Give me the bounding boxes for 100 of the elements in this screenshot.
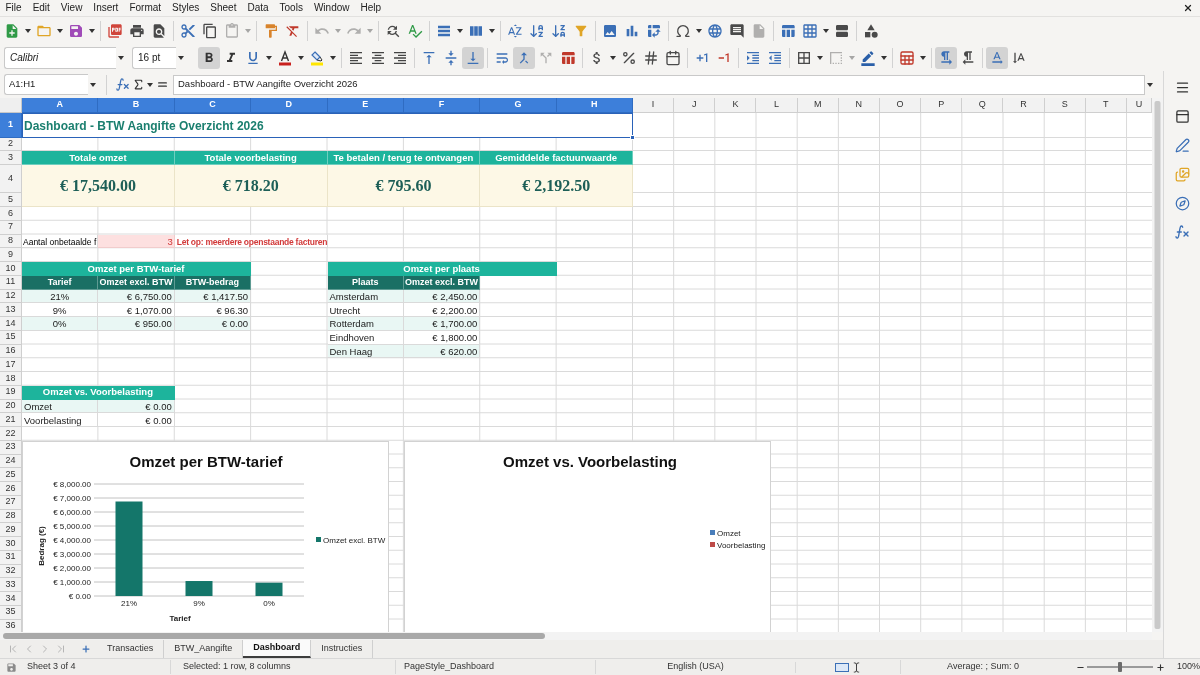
align-bottom-button[interactable] [462,46,484,69]
menu-item[interactable]: Help [355,3,387,13]
copy-icon [202,22,218,39]
menu-item[interactable]: Window [308,3,355,13]
name-box[interactable]: A1:H1 [4,74,88,95]
caret-icon [610,55,616,60]
column-header[interactable]: K [715,98,757,113]
menu-item[interactable]: Tools [274,3,309,13]
menu-item[interactable]: Data [241,3,275,13]
caret-icon [817,55,823,60]
column-header[interactable]: L [756,98,798,113]
row-header[interactable]: 3 [0,151,22,165]
language: English (USA) [667,660,724,674]
panel-icon [1174,108,1190,124]
align-middle-icon [443,49,459,66]
row-header[interactable]: 14 [0,317,22,331]
column-header[interactable]: N [838,98,880,113]
column-header[interactable]: Q [962,98,1004,113]
column-header[interactable]: U [1126,98,1152,113]
row-header[interactable]: 29 [0,523,22,537]
menu-item[interactable]: Insert [87,3,124,13]
zoom-in-button[interactable] [1155,661,1165,673]
column-header[interactable]: F [403,98,481,113]
column-header[interactable]: C [174,98,252,113]
merge-center-button[interactable] [513,46,535,69]
formula-input[interactable]: Dashboard - BTW Aangifte Overzicht 2026 [173,74,1145,95]
outdent-icon [767,49,783,66]
column-header[interactable]: T [1085,98,1127,113]
column-header[interactable]: O [879,98,922,113]
column-header[interactable]: I [633,98,675,113]
axis-title: Bedrag (€) [37,525,46,566]
font-size-field[interactable]: 16 pt [132,46,176,69]
column-header[interactable]: S [1044,98,1086,113]
table-cell: 0% [22,317,99,331]
kpi-value: € 2,192.50 [480,165,633,207]
column-header[interactable]: M [797,98,839,113]
menu-item[interactable]: Format [123,3,167,13]
bold-button[interactable] [198,46,220,69]
row-header[interactable]: 34 [0,592,22,606]
row-header[interactable]: 25 [0,468,22,482]
menu-item[interactable]: Sheet [204,3,242,13]
row-header[interactable]: 18 [0,372,22,386]
column-header[interactable]: E [327,98,404,113]
slider-thumb[interactable] [1118,662,1122,672]
row-header[interactable]: 9 [0,248,22,262]
fill-handle[interactable] [630,135,635,140]
align-center-icon [370,49,386,66]
zoom-level: 100% [1177,660,1200,674]
row-header[interactable]: 33 [0,578,22,592]
column-header[interactable]: R [1003,98,1045,113]
selection-mode-icon [834,662,849,672]
text-horizontal-button[interactable] [986,46,1008,69]
border-color-icon [860,49,876,66]
left-to-right-button[interactable] [935,46,957,69]
menu-item[interactable]: Styles [166,3,205,13]
column-header[interactable]: B [98,98,175,113]
menu-item[interactable]: Edit [27,3,56,13]
row-header[interactable]: 5 [0,193,22,207]
plus-icon [1155,662,1165,672]
row-header[interactable]: 17 [0,358,22,372]
column-header[interactable]: G [480,98,557,113]
row-header[interactable]: 1 [0,113,22,138]
indent-icon [745,49,761,66]
caret-icon [57,28,63,33]
row-header[interactable]: 6 [0,207,22,221]
menu-item[interactable]: File [0,3,28,13]
caret-icon [245,28,251,33]
row-header[interactable]: 22 [0,427,22,441]
vertical-scrollbar[interactable] [1152,98,1163,632]
row-header[interactable]: 2 [0,138,22,151]
caret-icon [367,28,373,33]
row-header[interactable]: 13 [0,303,22,317]
font-name-field[interactable]: Calibri [4,46,116,69]
caret-icon [147,82,153,87]
menu-item[interactable]: View [55,3,88,13]
row-header[interactable]: 26 [0,482,22,496]
column-header[interactable]: P [921,98,963,113]
axis-tick-label: € 7,000.00 [53,493,91,503]
legend-label: Voorbelasting [717,540,766,550]
pen-icon [1174,137,1190,153]
row-header[interactable]: 21 [0,413,22,427]
sort-descending-icon [551,22,567,39]
table-title: Omzet per BTW-tarief [22,262,252,276]
caret-icon [457,28,463,33]
close-icon [1183,3,1193,13]
column-header[interactable]: H [556,98,633,113]
table-cell: Voorbelasting [22,413,99,427]
column-header[interactable]: D [251,98,328,113]
legend-label: Omzet [717,528,741,538]
kpi-label: Totale voorbelasting [174,151,328,165]
kpi-value: € 718.20 [174,165,328,207]
column-header[interactable]: J [674,98,716,113]
column-header[interactable]: A [22,98,99,113]
row-header[interactable]: 10 [0,262,22,276]
split-window-icon [834,22,850,39]
row-header[interactable]: 30 [0,537,22,551]
pdf-icon [107,22,123,39]
row-header[interactable]: 4 [0,165,22,193]
sheet-tab[interactable]: Dashboard [243,640,312,658]
sort-alpha-icon [507,22,523,39]
